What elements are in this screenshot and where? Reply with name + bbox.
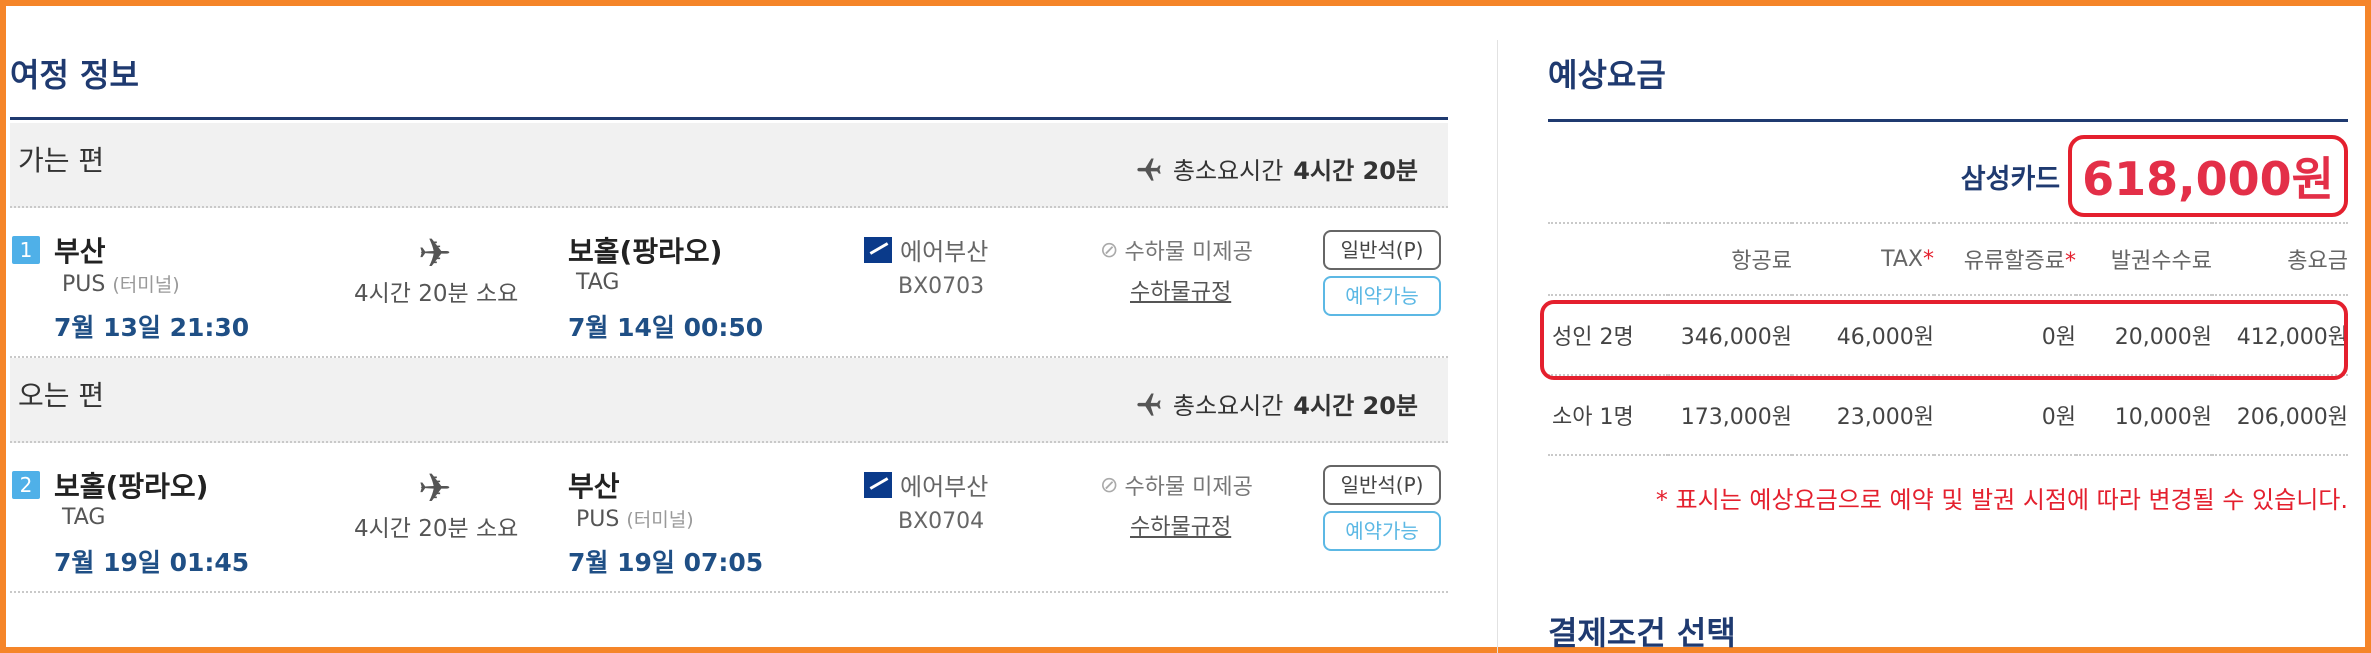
- outbound-flight: 1 부산 PUS (터미널) 7월 13일 21:30 ✈ 4시간 20분 소요…: [10, 208, 1448, 358]
- outbound-total-time: 총소요시간 4시간 20분: [1135, 151, 1418, 186]
- seat-class-button[interactable]: 일반석(P): [1323, 465, 1441, 505]
- airline: 에어부산: [864, 467, 988, 502]
- total-cell: 412,000원: [2212, 295, 2348, 376]
- arrival-terminal: (터미널): [626, 509, 694, 531]
- header-airfare: 항공료: [1668, 222, 1792, 296]
- flight-number: BX0704: [898, 509, 985, 534]
- card-price-row: 삼성카드 618,000원: [1961, 135, 2348, 217]
- airbusan-logo-icon: [864, 236, 892, 263]
- flight-duration: 4시간 20분 소요: [354, 516, 519, 542]
- airfare-cell: 346,000원: [1668, 295, 1792, 376]
- fare-note: * 표시는 예상요금으로 예약 및 발권 시점에 따라 변경될 수 있습니다.: [1655, 486, 2348, 514]
- baggage-rule-link[interactable]: 수하물규정: [1130, 274, 1231, 306]
- baggage-info: ⊘ 수하물 미제공: [1100, 469, 1253, 501]
- required-mark: *: [2065, 249, 2076, 274]
- return-total-time: 총소요시간 4시간 20분: [1135, 386, 1418, 421]
- fare-panel: 예상요금 삼성카드 618,000원 항공료 TAX* 유류할증료* 발권수수료…: [1540, 40, 2348, 653]
- arrival-datetime: 7월 19일 07:05: [568, 548, 764, 577]
- total-price: 618,000원: [2068, 135, 2348, 217]
- baggage-text: 수하물 미제공: [1124, 240, 1253, 265]
- outbound-header: 가는 편 총소요시간 4시간 20분: [10, 123, 1448, 208]
- itinerary-title: 여정 정보: [10, 40, 1448, 120]
- airplane-icon: [1137, 158, 1161, 181]
- total-time-label: 총소요시간: [1172, 157, 1284, 185]
- fare-title: 예상요금: [1548, 40, 2348, 122]
- card-name: 삼성카드: [1960, 163, 2061, 195]
- segment-number-badge: 2: [12, 471, 40, 499]
- table-row: 소아 1명 173,000원 23,000원 0원 10,000원 206,00…: [1548, 375, 2348, 456]
- total-cell: 206,000원: [2212, 375, 2348, 456]
- total-time-value: 4시간 20분: [1293, 157, 1418, 185]
- outbound-label: 가는 편: [18, 144, 105, 177]
- airfare-cell: 173,000원: [1668, 375, 1792, 456]
- availability-button[interactable]: 예약가능: [1323, 511, 1441, 551]
- baggage-text: 수하물 미제공: [1124, 475, 1253, 500]
- required-mark: *: [1923, 246, 1934, 272]
- baggage-rule-link[interactable]: 수하물규정: [1130, 509, 1231, 541]
- return-label: 오는 편: [18, 379, 105, 412]
- arrival-code-text: PUS: [576, 507, 620, 532]
- flight-number: BX0703: [898, 274, 985, 299]
- fee-cell: 10,000원: [2076, 375, 2212, 456]
- header-passenger: [1548, 222, 1668, 296]
- arrival-code: TAG: [576, 270, 620, 295]
- seat-class-button[interactable]: 일반석(P): [1323, 230, 1441, 270]
- payment-condition-title: 결제조건 선택: [1548, 614, 1736, 652]
- airplane-icon: [1137, 393, 1161, 416]
- itinerary-panel: 여정 정보 가는 편 총소요시간 4시간 20분 1 부산 PUS (터미널) …: [10, 40, 1448, 593]
- departure-datetime: 7월 13일 21:30: [54, 313, 250, 342]
- arrival-code: PUS (터미널): [576, 505, 694, 532]
- total-time-label: 총소요시간: [1172, 392, 1284, 420]
- fare-table-header: 항공료 TAX* 유류할증료* 발권수수료 총요금: [1548, 222, 2348, 296]
- departure-datetime: 7월 19일 01:45: [54, 548, 250, 577]
- departure-city: 보홀(팡라오): [54, 470, 209, 503]
- departure-code: PUS (터미널): [62, 270, 180, 297]
- departure-code-text: PUS: [62, 272, 106, 297]
- header-total: 총요금: [2212, 222, 2348, 296]
- header-fuel-surcharge: 유류할증료*: [1934, 222, 2076, 296]
- panel-divider: [1497, 40, 1498, 653]
- no-baggage-icon: ⊘: [1100, 237, 1119, 263]
- header-tax-label: TAX: [1881, 246, 1923, 272]
- baggage-info: ⊘ 수하물 미제공: [1100, 234, 1253, 266]
- airplane-icon: ✈: [418, 466, 452, 512]
- availability-button[interactable]: 예약가능: [1323, 276, 1441, 316]
- fee-cell: 20,000원: [2076, 295, 2212, 376]
- tax-cell: 23,000원: [1792, 375, 1934, 456]
- departure-city: 부산: [54, 235, 106, 268]
- airline-name: 에어부산: [900, 473, 989, 501]
- arrival-datetime: 7월 14일 00:50: [568, 313, 764, 342]
- fuel-cell: 0원: [1934, 295, 2076, 376]
- header-issue-fee: 발권수수료: [2076, 222, 2212, 296]
- arrival-city: 보홀(팡라오): [568, 235, 723, 268]
- segment-number-badge: 1: [12, 236, 40, 264]
- departure-terminal: (터미널): [112, 274, 180, 296]
- total-time-value: 4시간 20분: [1293, 392, 1418, 420]
- passenger-type: 성인 2명: [1548, 295, 1668, 376]
- departure-code: TAG: [62, 505, 106, 530]
- header-fuel-label: 유류할증료: [1963, 249, 2065, 274]
- table-row: 성인 2명 346,000원 46,000원 0원 20,000원 412,00…: [1548, 295, 2348, 376]
- return-flight: 2 보홀(팡라오) TAG 7월 19일 01:45 ✈ 4시간 20분 소요 …: [10, 443, 1448, 593]
- return-header: 오는 편 총소요시간 4시간 20분: [10, 358, 1448, 443]
- tax-cell: 46,000원: [1792, 295, 1934, 376]
- airbusan-logo-icon: [864, 471, 892, 498]
- fuel-cell: 0원: [1934, 375, 2076, 456]
- airline: 에어부산: [864, 232, 988, 267]
- arrival-city: 부산: [568, 470, 620, 503]
- header-tax: TAX*: [1792, 222, 1934, 296]
- flight-duration: 4시간 20분 소요: [354, 281, 519, 307]
- passenger-type: 소아 1명: [1548, 375, 1668, 456]
- airplane-icon: ✈: [418, 231, 452, 277]
- fare-table: 항공료 TAX* 유류할증료* 발권수수료 총요금 성인 2명 346,000원…: [1548, 222, 2348, 456]
- airline-name: 에어부산: [900, 238, 989, 266]
- no-baggage-icon: ⊘: [1100, 472, 1119, 498]
